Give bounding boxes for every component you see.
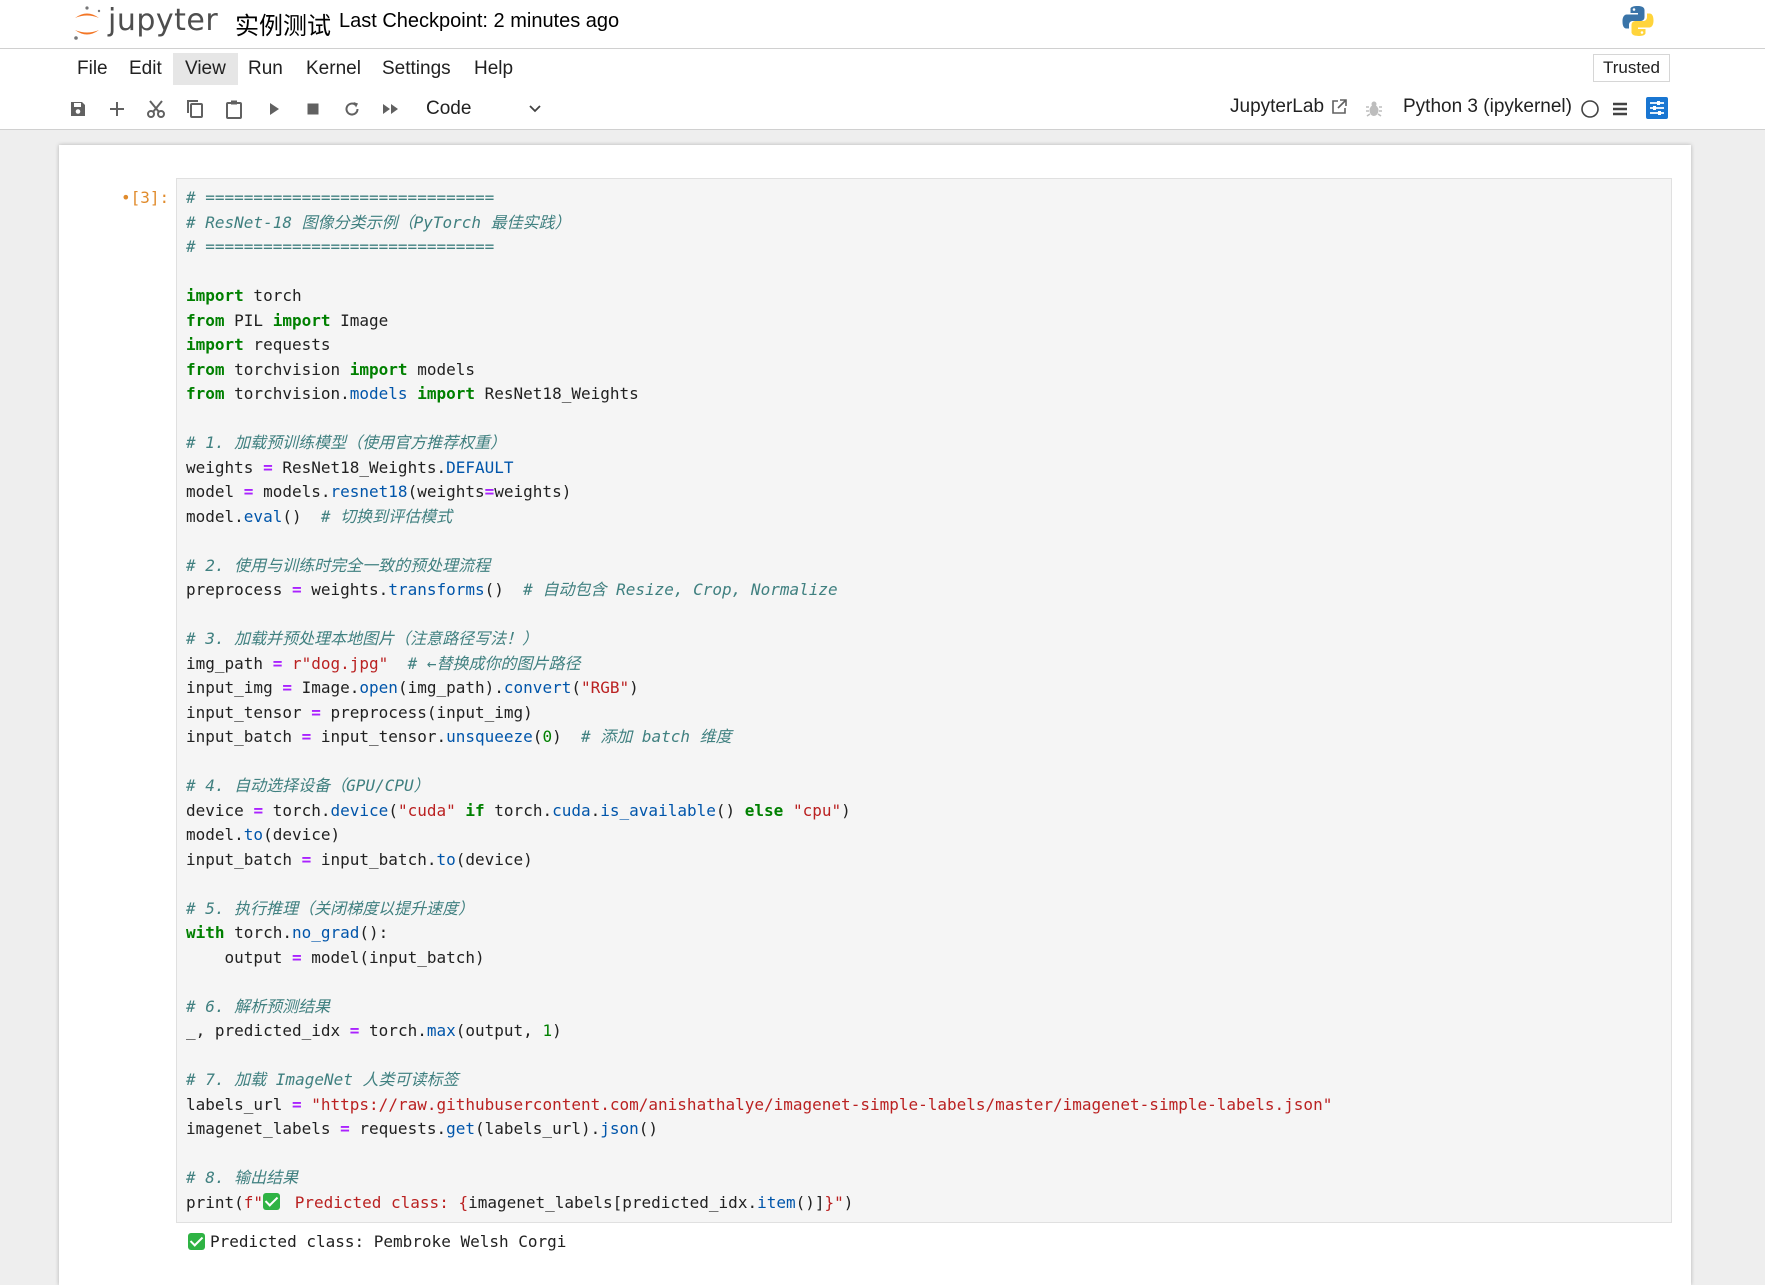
code-line: # 7. 加载 ImageNet 人类可读标签 <box>186 1070 459 1089</box>
code-cell-editor[interactable]: # ============================== # ResNet… <box>176 178 1672 1223</box>
code-line: imagenet_labels = requests.get(labels_ur… <box>186 1119 659 1138</box>
menu-kernel[interactable]: Kernel <box>294 53 373 85</box>
paste-button[interactable] <box>222 97 246 121</box>
code-line: from torchvision.models import ResNet18_… <box>186 384 639 403</box>
add-cell-icon <box>110 102 124 116</box>
cell-output: Predicted class: Pembroke Welsh Corgi <box>188 1229 566 1253</box>
jupyter-logo-icon <box>74 6 101 40</box>
menu-edit[interactable]: Edit <box>117 53 174 85</box>
code-line: model = models.resnet18(weights=weights) <box>186 482 572 501</box>
notebook-title[interactable]: 实例测试 <box>235 6 331 41</box>
save-icon <box>71 102 85 116</box>
restart-icon <box>345 102 359 116</box>
code-line: output = model(input_batch) <box>186 947 485 967</box>
code-line: input_batch = input_tensor.unsqueeze(0) … <box>186 727 732 746</box>
menu-file[interactable]: File <box>65 53 120 85</box>
cell-execution-prompt: •[3]: <box>121 188 170 207</box>
cell-type-value: Code <box>426 98 472 119</box>
jupyter-wordmark: jupyter <box>108 2 219 38</box>
code-line: img_path = r"dog.jpg" # ←替换成你的图片路径 <box>186 653 581 673</box>
kernel-name[interactable]: Python 3 (ipykernel) <box>1403 96 1572 118</box>
code-line: input_batch = input_batch.to(device) <box>186 849 533 869</box>
code-line: from PIL import Image <box>186 310 389 330</box>
run-cell-button[interactable] <box>262 97 286 121</box>
code-line: with torch.no_grad(): <box>186 923 389 942</box>
code-line: # ResNet-18 图像分类示例（PyTorch 最佳实践） <box>186 212 571 232</box>
code-line: # 3. 加载并预处理本地图片（注意路径写法！） <box>186 629 539 648</box>
code-line: print(f" Predicted class: {imagenet_labe… <box>186 1192 854 1212</box>
code-line: import requests <box>186 335 331 354</box>
code-content: # ============================== # ResNet… <box>186 186 1332 1215</box>
code-line: # 5. 执行推理（关闭梯度以提升速度） <box>186 898 475 918</box>
code-line: # 8. 输出结果 <box>186 1168 299 1187</box>
output-text: Predicted class: Pembroke Welsh Corgi <box>210 1231 567 1251</box>
check-mark-icon <box>263 1192 281 1210</box>
code-line: preprocess = weights.transforms() # 自动包含… <box>186 580 838 599</box>
cut-icon <box>147 100 165 118</box>
run-all-icon <box>383 104 398 114</box>
paste-icon <box>226 100 242 119</box>
add-cell-button[interactable] <box>105 97 129 121</box>
code-line: labels_url = "https://raw.githubusercont… <box>186 1094 1333 1114</box>
top-header: jupyter 实例测试 Last Checkpoint: 2 minutes … <box>0 0 1765 49</box>
menu-settings[interactable]: Settings <box>370 53 463 85</box>
external-link-icon <box>1332 99 1347 114</box>
open-jupyterlab-link[interactable]: JupyterLab <box>1230 96 1348 118</box>
code-line: # 2. 使用与训练时完全一致的预处理流程 <box>186 555 491 575</box>
trusted-indicator[interactable]: Trusted <box>1593 54 1671 82</box>
jupyter-logo[interactable]: jupyter <box>72 2 232 44</box>
code-line: import torch <box>186 286 302 305</box>
property-inspector-icon[interactable] <box>1645 96 1669 120</box>
code-line: # 4. 自动选择设备（GPU/CPU） <box>186 776 430 795</box>
chevron-down-icon <box>529 105 541 113</box>
cut-button[interactable] <box>144 97 168 121</box>
code-line: # ============================== <box>186 237 495 256</box>
save-button[interactable] <box>66 97 90 121</box>
cell-type-select[interactable]: Code <box>414 95 544 123</box>
last-checkpoint: Last Checkpoint: 2 minutes ago <box>339 10 620 32</box>
jupyterlab-label: JupyterLab <box>1230 96 1325 117</box>
debugger-bug-icon[interactable] <box>1365 99 1383 119</box>
kernel-idle-status-icon <box>1581 100 1599 118</box>
code-line: from torchvision import models <box>186 359 475 379</box>
code-line: # 1. 加载预训练模型（使用官方推荐权重） <box>186 433 507 452</box>
menu-run[interactable]: Run <box>236 53 295 85</box>
code-line: model.to(device) <box>186 825 341 844</box>
copy-button[interactable] <box>183 97 207 121</box>
code-line: device = torch.device("cuda" if torch.cu… <box>186 800 851 820</box>
code-line: # 6. 解析预测结果 <box>186 996 331 1016</box>
stop-icon <box>307 103 319 115</box>
table-of-contents-icon[interactable] <box>1610 99 1630 119</box>
restart-kernel-button[interactable] <box>340 97 364 121</box>
interrupt-button[interactable] <box>301 97 325 121</box>
copy-icon <box>187 100 203 118</box>
menu-bar: File Edit View Run Kernel Settings Help … <box>0 49 1765 89</box>
check-mark-icon <box>188 1232 205 1250</box>
python-logo-icon <box>1621 4 1655 38</box>
code-line: # ============================== <box>186 188 495 207</box>
restart-run-all-button[interactable] <box>379 97 403 121</box>
code-line: weights = ResNet18_Weights.DEFAULT <box>186 457 514 477</box>
code-line: input_tensor = preprocess(input_img) <box>186 702 533 722</box>
menu-view[interactable]: View <box>173 53 238 85</box>
code-line: model.eval() # 切换到评估模式 <box>186 506 453 526</box>
run-icon <box>270 103 279 115</box>
code-line: input_img = Image.open(img_path).convert… <box>186 678 639 697</box>
menu-help[interactable]: Help <box>462 53 525 85</box>
code-line: _, predicted_idx = torch.max(output, 1) <box>186 1021 562 1040</box>
notebook-toolbar: Code JupyterLab Python 3 (ipykernel) <box>0 89 1765 130</box>
